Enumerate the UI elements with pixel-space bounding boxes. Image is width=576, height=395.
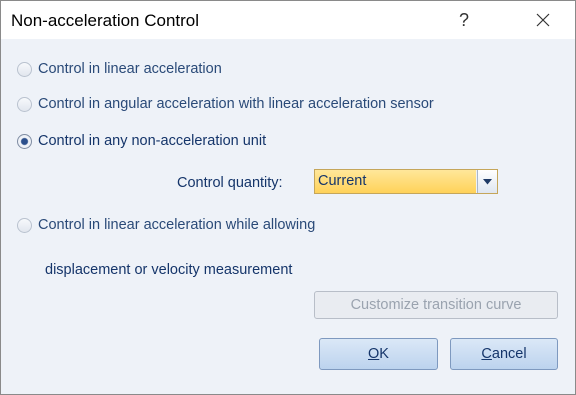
cancel-button[interactable]: Cancel <box>450 338 558 370</box>
option-non-acceleration-unit[interactable]: Control in any non-acceleration unit <box>17 133 266 149</box>
ok-button[interactable]: OK <box>319 338 438 370</box>
customize-transition-curve-button[interactable]: Customize transition curve <box>314 291 558 319</box>
dropdown-button[interactable] <box>477 170 497 193</box>
cancel-mnemonic: C <box>481 346 492 362</box>
option-linear-allowing-line2: displacement or velocity measurement <box>45 262 293 278</box>
control-quantity-label: Control quantity: <box>177 175 283 191</box>
control-quantity-select[interactable]: Current <box>314 169 498 194</box>
radio-linear-allowing-displacement[interactable] <box>17 217 32 233</box>
dialog-title: Non-acceleration Control <box>11 11 200 30</box>
dialog-content: Control in linear acceleration Control i… <box>1 39 575 394</box>
cancel-label-rest: ancel <box>491 346 527 362</box>
help-button[interactable]: ? <box>449 7 479 33</box>
ok-mnemonic: O <box>368 346 380 362</box>
dialog-window: Non-acceleration Control ? Control in li… <box>0 0 576 395</box>
radio-linear-acceleration[interactable] <box>17 61 32 77</box>
chevron-down-icon <box>483 178 492 184</box>
title-bar: Non-acceleration Control ? <box>1 1 575 39</box>
option-angular-acceleration-label: Control in angular acceleration with lin… <box>38 96 434 112</box>
control-quantity-value[interactable]: Current <box>315 170 476 193</box>
ok-label-rest: K <box>379 346 389 362</box>
radio-non-acceleration-unit[interactable] <box>17 133 32 149</box>
option-angular-acceleration[interactable]: Control in angular acceleration with lin… <box>17 96 434 112</box>
option-linear-allowing-line1: Control in linear acceleration while all… <box>38 217 316 233</box>
close-button[interactable] <box>528 7 558 33</box>
option-linear-acceleration-label: Control in linear acceleration <box>38 61 222 77</box>
option-linear-acceleration[interactable]: Control in linear acceleration <box>17 61 222 77</box>
radio-angular-acceleration[interactable] <box>17 96 32 112</box>
option-linear-allowing-displacement[interactable]: Control in linear acceleration while all… <box>17 217 315 233</box>
option-non-acceleration-unit-label: Control in any non-acceleration unit <box>38 133 267 149</box>
close-icon <box>536 13 550 27</box>
